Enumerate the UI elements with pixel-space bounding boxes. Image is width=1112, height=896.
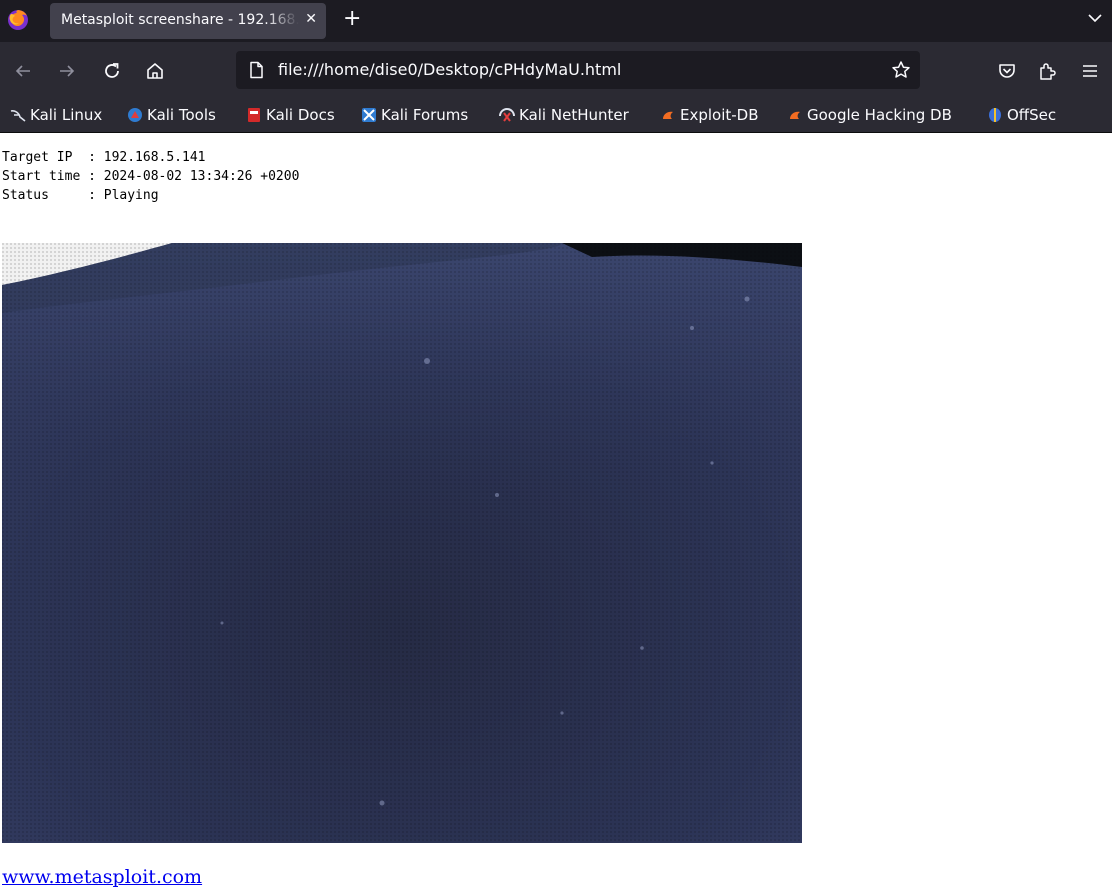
navigation-toolbar: file:///home/dise0/Desktop/cPHdyMaU.html xyxy=(0,42,1112,98)
extensions-puzzle-icon[interactable] xyxy=(1036,60,1058,82)
forward-arrow-icon[interactable] xyxy=(56,60,78,82)
bookmark-label: Kali Forums xyxy=(381,106,469,124)
reload-icon[interactable] xyxy=(101,60,123,82)
bookmark-kali-tools[interactable]: Kali Tools xyxy=(127,103,216,127)
hamburger-menu-icon[interactable] xyxy=(1079,60,1101,82)
bookmark-label: Kali Tools xyxy=(147,106,216,124)
tab-title: Metasploit screenshare - 192.168.5.141 xyxy=(61,12,299,28)
kali-tools-icon xyxy=(128,108,142,122)
new-tab-plus-icon[interactable]: + xyxy=(343,6,361,31)
bookmarks-toolbar: Kali Linux Kali Tools Kali Docs Kali For… xyxy=(0,98,1112,133)
back-arrow-icon[interactable] xyxy=(12,60,34,82)
url-text: file:///home/dise0/Desktop/cPHdyMaU.html xyxy=(278,60,622,79)
metasploit-link[interactable]: www.metasploit.com xyxy=(2,866,202,888)
bookmark-kali-linux[interactable]: Kali Linux xyxy=(10,103,102,127)
target-ip-line: Target IP : 192.168.5.141 xyxy=(2,150,206,165)
kali-docs-icon xyxy=(248,108,260,122)
bookmark-label: Exploit-DB xyxy=(680,106,759,124)
session-info: Target IP : 192.168.5.141 Start time : 2… xyxy=(2,148,299,205)
bookmark-label: Kali Linux xyxy=(30,106,103,124)
bookmark-label: OffSec xyxy=(1007,106,1057,124)
bookmark-label: Kali Docs xyxy=(266,106,335,124)
start-time-line: Start time : 2024-08-02 13:34:26 +0200 xyxy=(2,169,300,184)
bookmark-label: Kali NetHunter xyxy=(519,106,629,124)
bookmark-kali-docs[interactable]: Kali Docs xyxy=(246,103,335,127)
exploit-db-icon xyxy=(663,111,673,119)
kali-dragon-icon xyxy=(10,110,26,122)
bookmark-google-hacking-db[interactable]: Google Hacking DB xyxy=(787,103,952,127)
bookmark-star-icon[interactable] xyxy=(891,60,911,80)
url-bar[interactable]: file:///home/dise0/Desktop/cPHdyMaU.html xyxy=(236,51,920,89)
firefox-logo-icon[interactable] xyxy=(6,8,30,32)
status-line: Status : Playing xyxy=(2,188,159,203)
tab-close-icon[interactable]: ✕ xyxy=(305,11,317,27)
bookmark-label: Google Hacking DB xyxy=(807,106,952,124)
bookmark-exploit-db[interactable]: Exploit-DB xyxy=(660,103,759,127)
bookmark-kali-forums[interactable]: Kali Forums xyxy=(361,103,468,127)
screenshare-video-frame xyxy=(2,243,802,843)
kali-nethunter-icon xyxy=(499,108,515,122)
bookmark-kali-nethunter[interactable]: Kali NetHunter xyxy=(499,103,629,127)
bookmark-offsec[interactable]: OffSec xyxy=(987,103,1056,127)
list-all-tabs-chevron-icon[interactable] xyxy=(1086,9,1104,27)
kali-forums-icon xyxy=(362,108,376,122)
google-hacking-db-icon xyxy=(790,111,800,119)
pocket-icon[interactable] xyxy=(996,60,1018,82)
tab-bar: Metasploit screenshare - 192.168.5.141 ✕… xyxy=(0,0,1112,42)
page-document-icon xyxy=(250,61,263,79)
offsec-icon xyxy=(989,108,1001,122)
home-icon[interactable] xyxy=(144,60,166,82)
active-tab[interactable]: Metasploit screenshare - 192.168.5.141 ✕ xyxy=(50,3,326,39)
